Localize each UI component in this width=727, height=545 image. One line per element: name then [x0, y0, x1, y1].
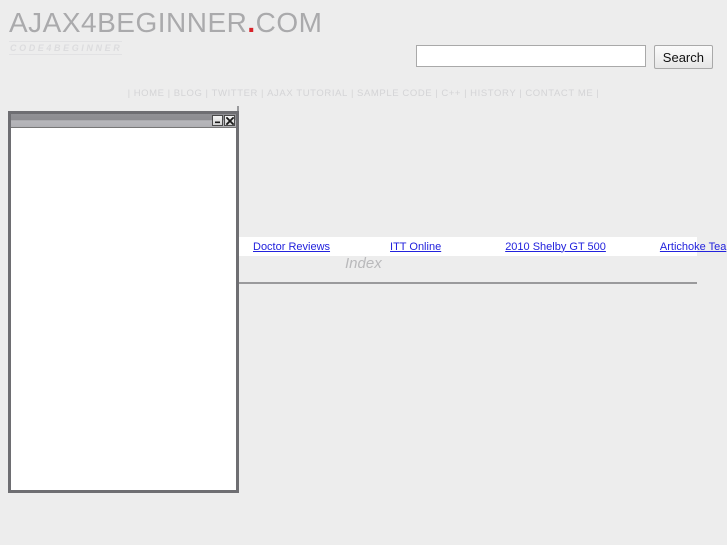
sponsored-link-itt-online[interactable]: ITT Online: [390, 241, 441, 253]
search-input[interactable]: [415, 45, 646, 67]
content-horizontal-rule: [239, 282, 697, 284]
sponsored-links-bar: Doctor Reviews ITT Online 2010 Shelby GT…: [239, 237, 726, 256]
nav-item-history[interactable]: HISTORY: [470, 88, 516, 99]
nav-separator-leading: |: [127, 88, 131, 99]
main-navigation: | HOME | BLOG | TWITTER | AJAX TUTORIAL | SAMPLE …: [0, 88, 727, 99]
site-header: AJAX4BEGINNER.COM CODE4BEGINNER Search: [0, 0, 727, 80]
site-logo-block: AJAX4BEGINNER.COM CODE4BEGINNER: [9, 8, 322, 56]
index-heading: Index: [345, 255, 382, 272]
nav-item-home[interactable]: HOME: [134, 88, 165, 99]
popup-content: [11, 128, 236, 489]
search-area: Search: [415, 45, 713, 69]
nav-item-twitter[interactable]: TWITTER: [212, 88, 258, 99]
nav-separator: |: [519, 88, 523, 99]
site-tagline: CODE4BEGINNER: [9, 41, 123, 55]
nav-separator: |: [350, 88, 355, 99]
page-title: AJAX4BEGINNER.COM: [9, 8, 322, 38]
nav-item-ajax-tutorial[interactable]: AJAX TUTORIAL: [267, 88, 348, 99]
nav-separator: |: [261, 88, 265, 99]
nav-item-blog[interactable]: BLOG: [174, 88, 203, 99]
nav-item-cpp[interactable]: C++: [441, 88, 461, 99]
minimize-icon[interactable]: [212, 115, 223, 126]
sponsored-link-shelby-gt-500[interactable]: 2010 Shelby GT 500: [505, 241, 606, 253]
nav-separator-trailing: |: [596, 88, 600, 99]
close-icon[interactable]: [224, 115, 235, 126]
nav-separator: |: [167, 88, 171, 99]
nav-item-sample-code[interactable]: SAMPLE CODE: [357, 88, 432, 99]
logo-main-text: AJAX4BEGINNER: [9, 7, 248, 38]
popup-titlebar[interactable]: [11, 114, 236, 128]
nav-separator: |: [205, 88, 209, 99]
nav-separator: |: [435, 88, 439, 99]
logo-accent-dot: .: [247, 7, 256, 38]
nav-separator: |: [464, 88, 468, 99]
nav-item-contact-me[interactable]: CONTACT ME: [525, 88, 593, 99]
sponsored-link-doctor-reviews[interactable]: Doctor Reviews: [253, 241, 330, 253]
sponsored-link-artichoke-tea[interactable]: Artichoke Tea: [660, 241, 726, 253]
logo-tld-text: COM: [255, 7, 323, 38]
search-button[interactable]: Search: [653, 45, 713, 69]
popup-window[interactable]: [8, 111, 239, 493]
